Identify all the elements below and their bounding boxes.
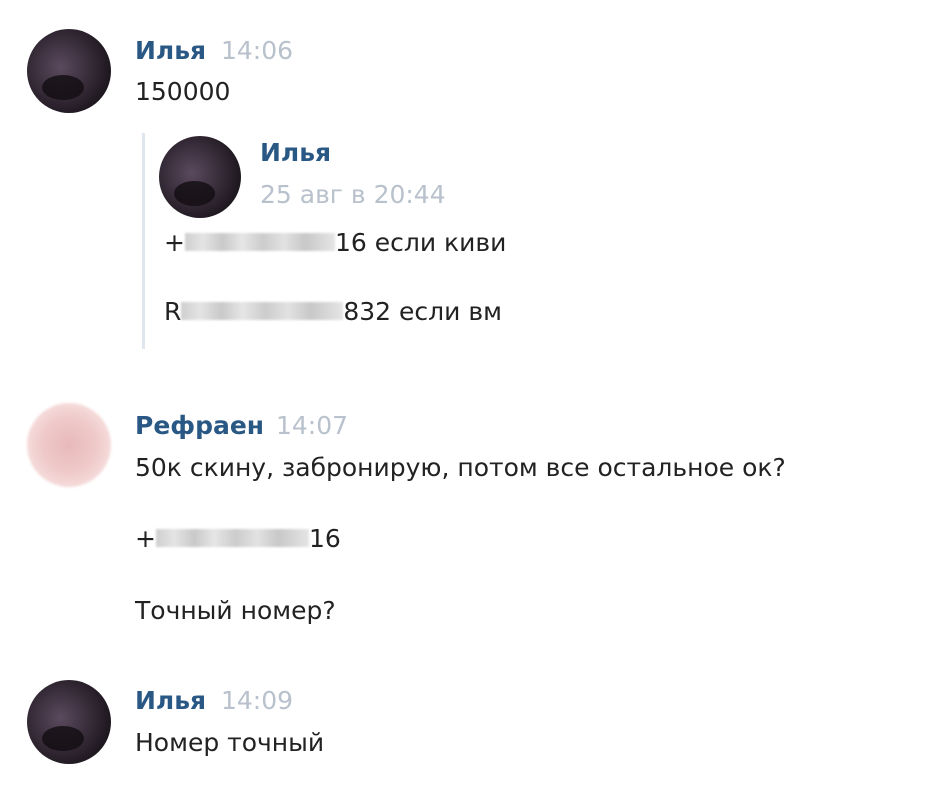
phone-prefix: + — [164, 228, 185, 257]
message-time[interactable]: 14:07 — [276, 411, 348, 440]
message-text: 50к скину, забронирую, потом все остальн… — [135, 453, 786, 482]
forwarded-text-line: +16 если киви — [164, 228, 506, 257]
message-author[interactable]: Рефраен — [135, 411, 264, 440]
phone-prefix: + — [135, 524, 156, 553]
chat-history: Илья 14:06 150000 Илья 25 авг в 20:44 +1… — [0, 0, 949, 795]
phone-suffix: 16 если киви — [334, 228, 507, 257]
forwarded-date[interactable]: 25 авг в 20:44 — [260, 180, 446, 209]
phone-suffix: 16 — [308, 524, 341, 553]
redacted-phone — [184, 233, 335, 251]
message-text: 150000 — [135, 77, 231, 106]
message-author[interactable]: Илья — [135, 36, 206, 65]
message-time[interactable]: 14:06 — [221, 36, 293, 65]
redacted-wallet — [181, 302, 344, 320]
message-text: Номер точный — [135, 728, 325, 757]
wallet-prefix: R — [164, 297, 182, 326]
forwarded-avatar[interactable] — [159, 136, 241, 218]
message-text: +16 — [135, 524, 341, 553]
message-author[interactable]: Илья — [135, 686, 206, 715]
forwarded-message-bar — [142, 133, 145, 349]
message-time[interactable]: 14:09 — [221, 686, 293, 715]
forwarded-author[interactable]: Илья — [260, 138, 331, 167]
avatar[interactable] — [27, 680, 111, 764]
message-text: Точный номер? — [135, 596, 336, 625]
avatar[interactable] — [27, 29, 111, 113]
avatar[interactable] — [27, 403, 111, 487]
redacted-phone — [155, 529, 309, 547]
wallet-suffix: 832 если вм — [343, 297, 502, 326]
forwarded-text-line: R 832 если вм — [164, 297, 502, 326]
